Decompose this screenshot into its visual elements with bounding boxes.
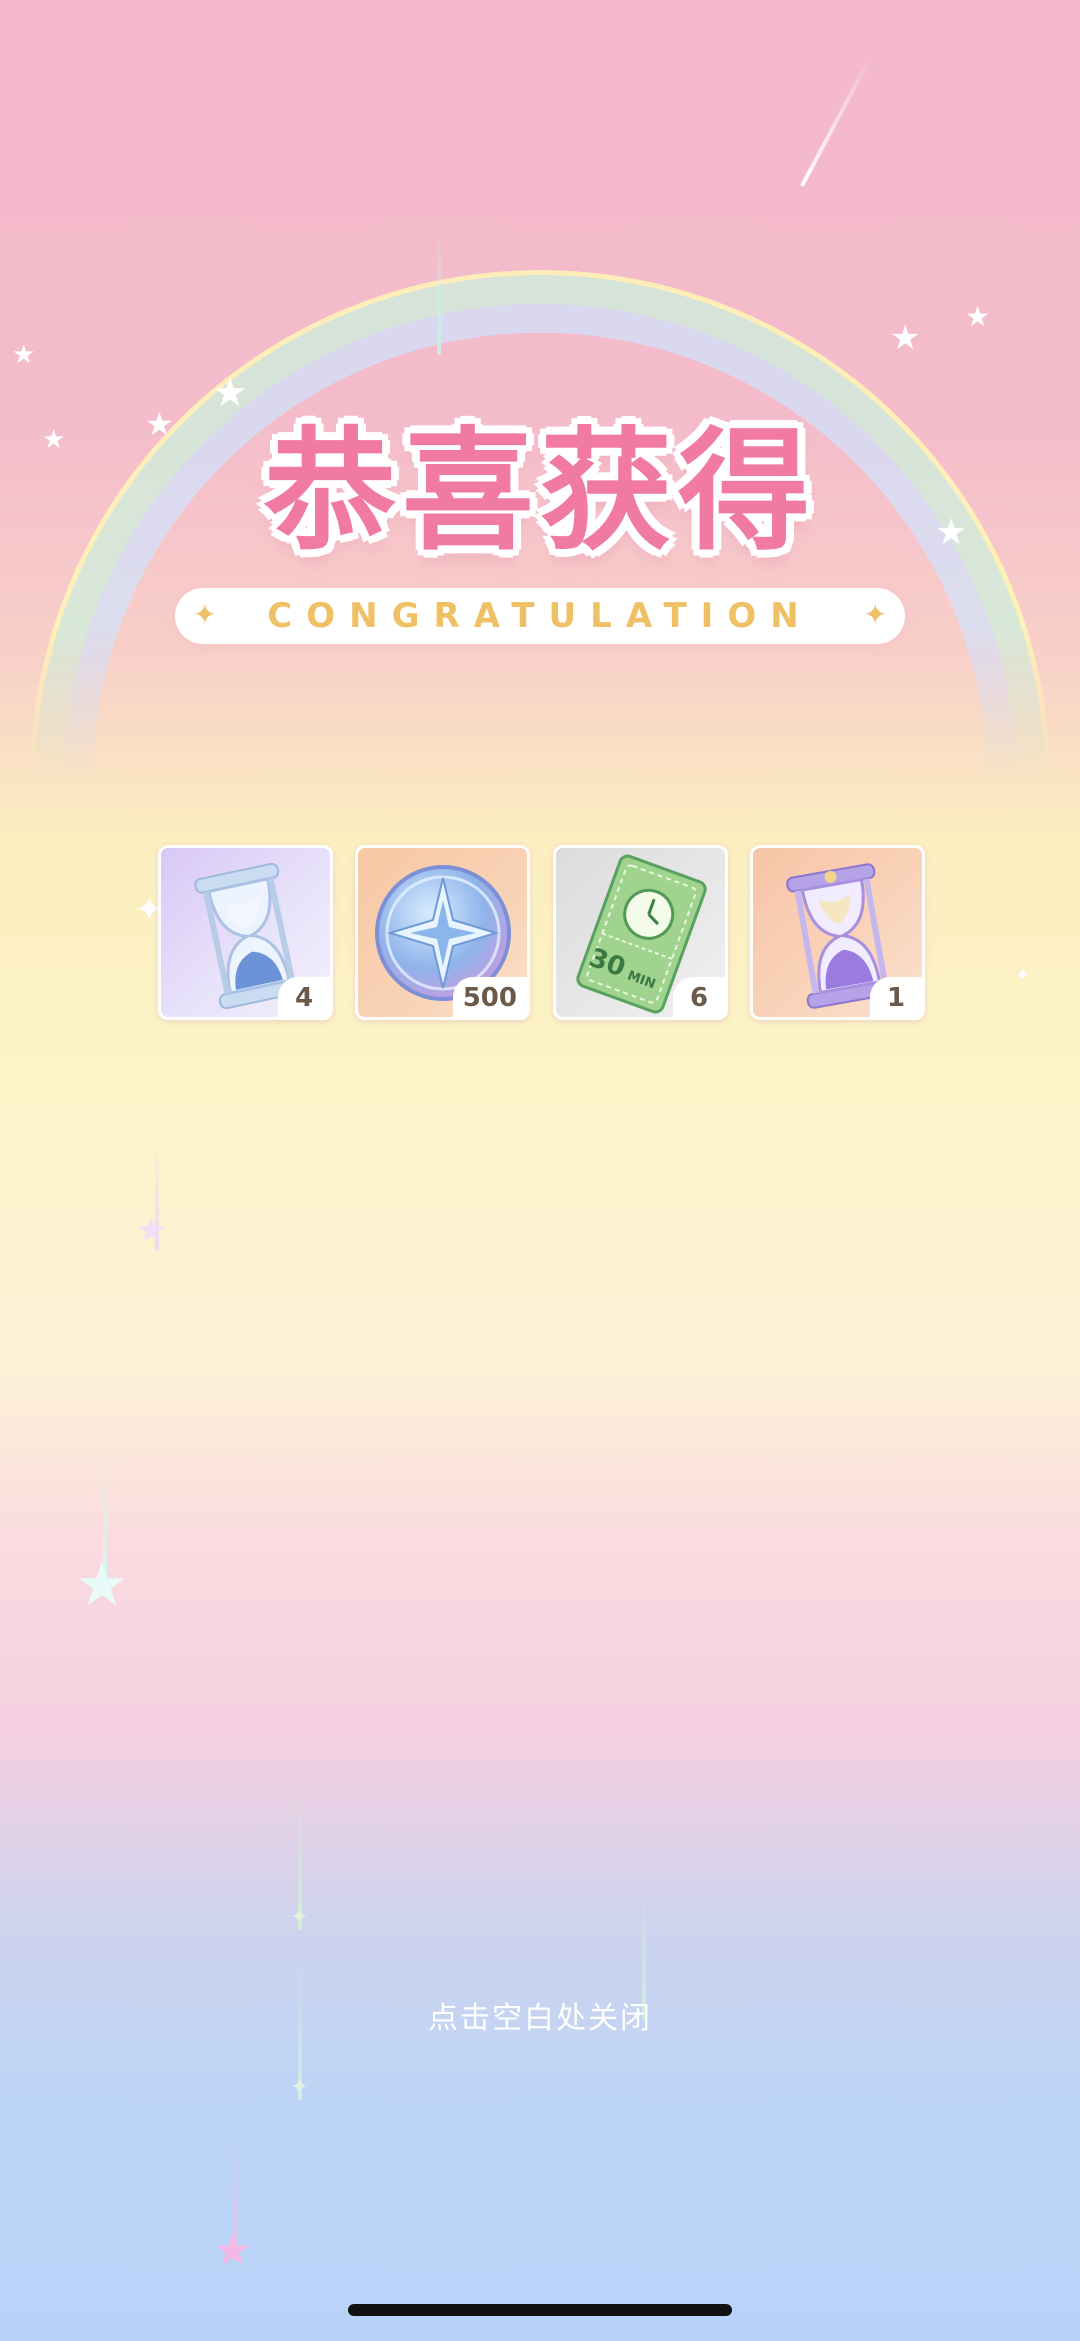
- star-icon: ★: [213, 2225, 253, 2276]
- reward-quantity: 1: [870, 977, 922, 1017]
- star-icon: ★: [145, 405, 174, 443]
- reward-item-blue-hourglass[interactable]: 4: [158, 845, 333, 1020]
- reward-item-purple-hourglass[interactable]: 1: [750, 845, 925, 1020]
- star-icon: ★: [965, 300, 991, 333]
- page-title: 恭喜获得: [264, 415, 816, 569]
- congratulation-banner: ✦ CONGRATULATION ✦: [175, 588, 905, 644]
- sparkle-icon: ✦: [290, 2075, 309, 2100]
- sparkle-icon: ✦: [863, 598, 887, 631]
- close-hint[interactable]: 点击空白处关闭: [0, 1993, 1080, 2037]
- light-beam: [437, 225, 441, 355]
- congratulation-text: CONGRATULATION: [267, 596, 813, 636]
- reward-item-star-coin[interactable]: 500: [355, 845, 530, 1020]
- reward-quantity: 500: [452, 977, 527, 1017]
- sparkle-icon: ✦: [290, 1905, 309, 1930]
- star-icon: ★: [12, 340, 36, 370]
- star-icon: ★: [42, 425, 66, 455]
- star-icon: ★: [890, 318, 921, 358]
- star-icon: ★: [935, 512, 968, 553]
- sparkle-icon: ✦: [193, 598, 217, 631]
- reward-quantity: 6: [673, 977, 725, 1017]
- sparkle-icon: ✦: [1015, 965, 1031, 986]
- reward-list: 4 500 30 MIN 6 1: [158, 845, 928, 1025]
- star-icon: ★: [75, 1550, 129, 1620]
- star-icon: ★: [135, 1210, 168, 1251]
- reward-quantity: 4: [278, 977, 330, 1017]
- home-indicator[interactable]: [348, 2304, 732, 2316]
- reward-item-time-ticket[interactable]: 30 MIN 6: [553, 845, 728, 1020]
- shooting-star-trail: [800, 52, 874, 188]
